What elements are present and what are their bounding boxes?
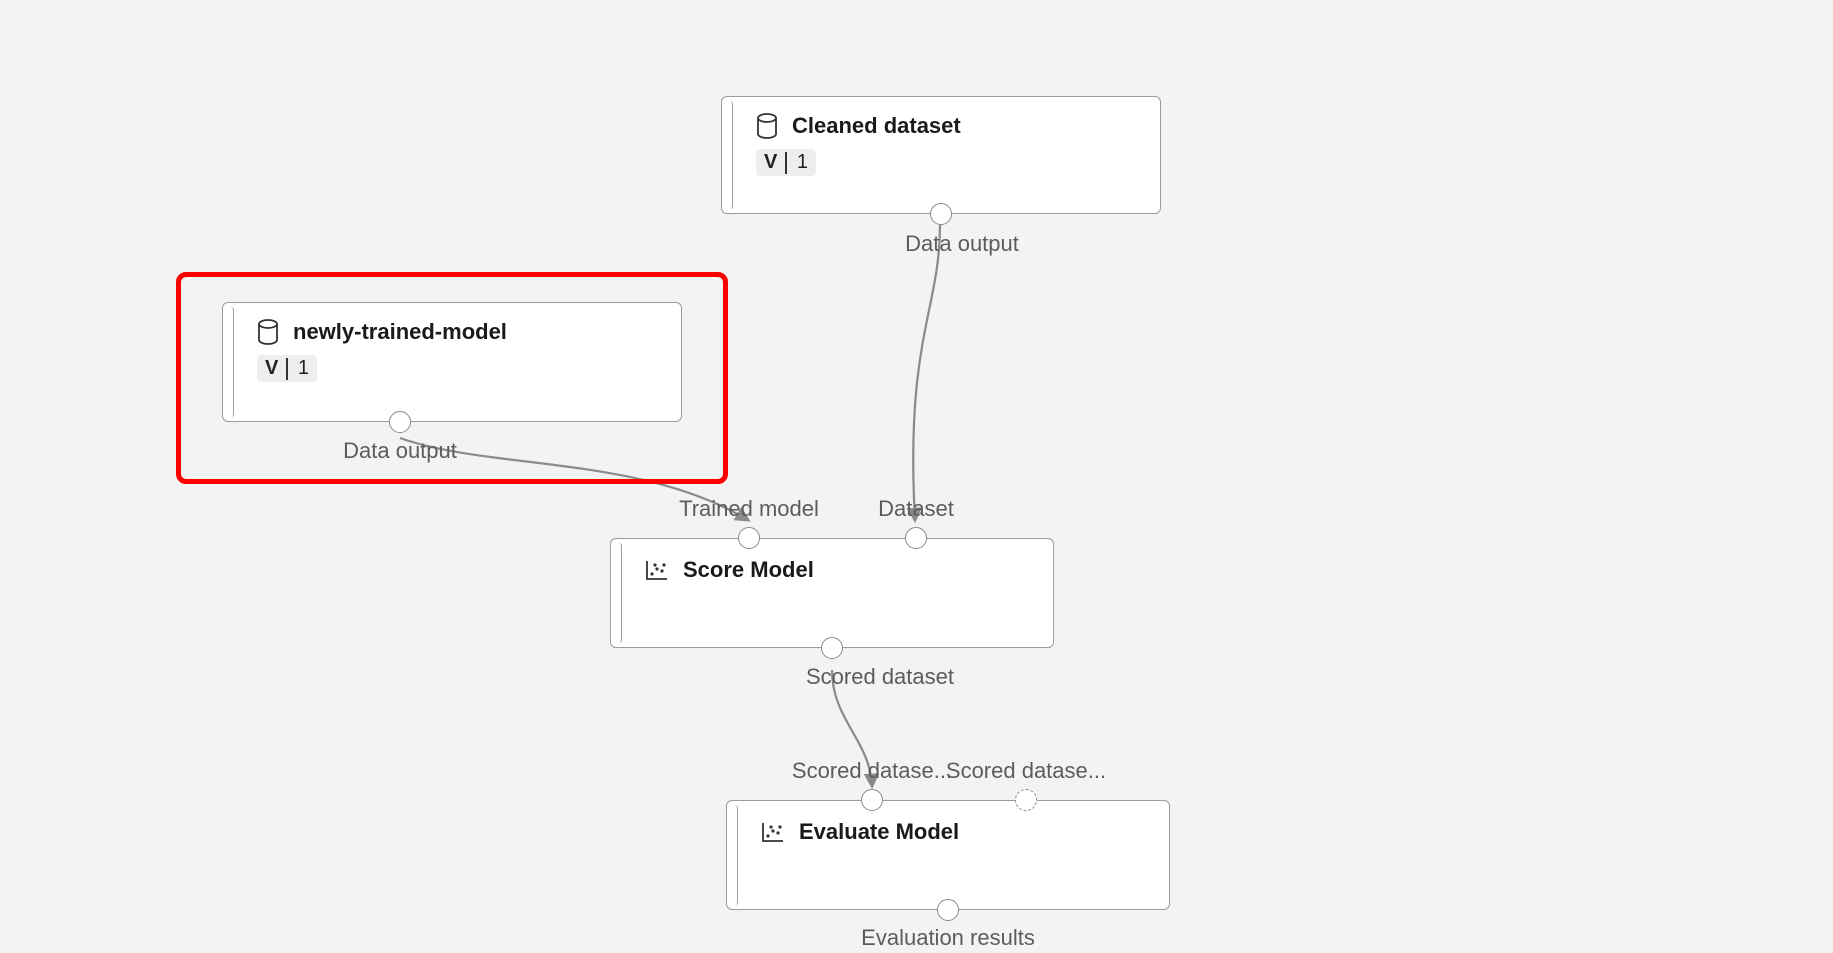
port-evaluate-model-output[interactable] [937, 899, 959, 921]
port-label: Evaluation results [861, 925, 1035, 951]
node-title: Evaluate Model [799, 819, 959, 845]
version-number: 1 [290, 357, 309, 380]
scatter-chart-icon [645, 559, 669, 581]
port-cleaned-dataset-output[interactable] [930, 203, 952, 225]
node-evaluate-model[interactable]: Evaluate Model [726, 800, 1170, 910]
version-badge: V 1 [257, 355, 317, 382]
port-evaluate-model-scored-right[interactable] [1015, 789, 1037, 811]
port-newly-trained-model-output[interactable] [389, 411, 411, 433]
port-label: Trained model [679, 496, 819, 522]
port-label: Dataset [878, 496, 954, 522]
port-score-model-output[interactable] [821, 637, 843, 659]
node-accent-bar [731, 805, 738, 905]
node-accent-bar [726, 101, 733, 209]
port-label: Scored datase... [792, 758, 952, 784]
version-badge: V 1 [756, 149, 816, 176]
node-title: newly-trained-model [293, 319, 507, 345]
node-newly-trained-model[interactable]: newly-trained-model V 1 [222, 302, 682, 422]
port-label: Data output [905, 231, 1019, 257]
node-score-model[interactable]: Score Model [610, 538, 1054, 648]
port-label: Scored dataset [806, 664, 954, 690]
port-score-model-dataset[interactable] [905, 527, 927, 549]
database-icon [756, 113, 778, 139]
node-title: Score Model [683, 557, 814, 583]
scatter-chart-icon [761, 821, 785, 843]
database-icon [257, 319, 279, 345]
port-score-model-trained-model[interactable] [738, 527, 760, 549]
pipeline-canvas[interactable]: Cleaned dataset V 1 Data output newly-tr… [0, 0, 1833, 953]
version-letter: V [764, 151, 785, 174]
port-label: Scored datase... [946, 758, 1106, 784]
node-cleaned-dataset[interactable]: Cleaned dataset V 1 [721, 96, 1161, 214]
node-accent-bar [615, 543, 622, 643]
version-letter: V [265, 357, 286, 380]
port-evaluate-model-scored-left[interactable] [861, 789, 883, 811]
node-title: Cleaned dataset [792, 113, 961, 139]
version-number: 1 [789, 151, 808, 174]
node-accent-bar [227, 307, 234, 417]
port-label: Data output [343, 438, 457, 464]
